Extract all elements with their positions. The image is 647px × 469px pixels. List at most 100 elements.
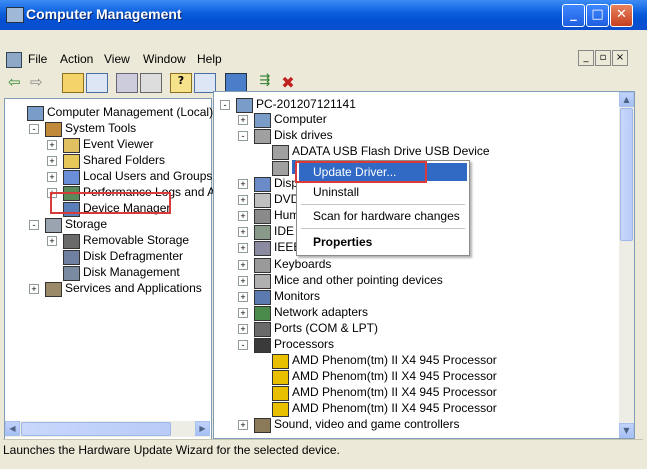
mouse-icon [254, 274, 271, 289]
title-bar[interactable]: Computer Management _ □ ✕ [0, 0, 647, 30]
expand-icon[interactable]: + [238, 324, 248, 334]
processor-warning-icon [272, 370, 289, 385]
menu-view[interactable]: View [104, 52, 130, 66]
minimize-button[interactable]: _ [562, 4, 585, 27]
mdi-close-button[interactable]: × [612, 50, 628, 66]
display-icon [254, 177, 271, 192]
h-scroll-thumb[interactable] [21, 422, 171, 436]
tree-item-label: Disk Defragmenter [83, 249, 184, 263]
help-icon[interactable]: ? [170, 73, 192, 93]
expand-icon[interactable]: + [47, 156, 57, 166]
expand-icon[interactable]: + [238, 179, 248, 189]
device-tree-item-label: Monitors [274, 289, 321, 303]
collapse-icon[interactable]: - [29, 220, 39, 230]
shared-folders-icon [63, 154, 80, 169]
mdi-controls: _ ▫ × [578, 50, 628, 66]
menu-bar: File Action View Window Help _ ▫ × [0, 30, 647, 70]
status-text: Launches the Hardware Update Wizard for … [3, 443, 340, 457]
expand-icon[interactable]: + [238, 260, 248, 270]
scroll-right-button[interactable]: ▶ [195, 421, 210, 436]
computer-management-window: Computer Management _ □ ✕ File Action Vi… [0, 0, 647, 469]
close-button[interactable]: ✕ [610, 4, 633, 27]
expand-icon[interactable]: + [238, 308, 248, 318]
mdi-restore-button[interactable]: ▫ [595, 50, 611, 66]
print-icon[interactable] [140, 73, 162, 93]
ieee-icon [254, 241, 271, 256]
horizontal-scrollbar[interactable]: ◀ ▶ [5, 421, 210, 437]
device-tree-item-label: AMD Phenom(tm) II X4 945 Processor [292, 353, 497, 367]
device-tree-item-label: AMD Phenom(tm) II X4 945 Processor [292, 401, 497, 415]
expand-icon[interactable]: + [238, 276, 248, 286]
collapse-icon[interactable]: - [29, 124, 39, 134]
ide-icon [254, 225, 271, 240]
show-hide-tree-icon[interactable] [86, 73, 108, 93]
expand-icon[interactable]: + [29, 284, 39, 294]
expand-icon[interactable]: + [238, 243, 248, 253]
update-driver-callout [295, 161, 427, 183]
menu-file[interactable]: File [28, 52, 47, 66]
up-folder-icon[interactable] [62, 73, 84, 93]
highlight-box [50, 192, 171, 214]
device-tree: - PC-201207121141 + Computer - Disk drives ADA… [213, 91, 635, 439]
processor-warning-icon [272, 402, 289, 417]
menu-separator [301, 228, 465, 229]
sound-icon [254, 418, 271, 433]
uninstall-icon[interactable]: ✖ [278, 73, 298, 92]
menu-window[interactable]: Window [143, 52, 186, 66]
scroll-thumb[interactable] [620, 108, 633, 241]
properties-menu-item[interactable]: Properties [313, 235, 372, 249]
uninstall-menu-item[interactable]: Uninstall [313, 185, 359, 199]
expand-icon[interactable]: + [47, 140, 57, 150]
expand-icon[interactable]: + [238, 195, 248, 205]
scan-hardware-menu-item[interactable]: Scan for hardware changes [313, 209, 460, 223]
keyboard-icon [254, 258, 271, 273]
scroll-left-button[interactable]: ◀ [5, 421, 20, 436]
disk-icon [272, 145, 289, 160]
menu-help[interactable]: Help [197, 52, 222, 66]
computer-icon [254, 113, 271, 128]
device-tree-item-label: Mice and other pointing devices [274, 273, 443, 287]
maximize-button[interactable]: □ [586, 4, 609, 27]
device-tree-item-label: Keyboards [274, 257, 332, 271]
collapse-icon[interactable]: - [238, 131, 248, 141]
forward-icon[interactable]: ⇨ [30, 73, 50, 91]
dvd-icon [254, 193, 271, 208]
scroll-up-button[interactable]: ▲ [619, 92, 634, 107]
system-tools-icon [45, 122, 62, 137]
disk-icon [254, 129, 271, 144]
app-icon [6, 7, 24, 23]
mmc-icon [6, 52, 22, 68]
scan-hardware-icon[interactable] [225, 73, 247, 93]
expand-icon[interactable]: + [47, 172, 57, 182]
port-icon [254, 322, 271, 337]
expand-icon[interactable]: + [238, 420, 248, 430]
expand-icon[interactable]: + [47, 236, 57, 246]
tree-item-label: Disk Management [83, 265, 180, 279]
computer-icon [236, 98, 253, 113]
scroll-down-button[interactable]: ▼ [619, 423, 634, 438]
device-tree-item-label: ADATA USB Flash Drive USB Device [292, 144, 490, 158]
console-tree: Computer Management (Local) - System Tools… [4, 98, 238, 440]
mdi-minimize-button[interactable]: _ [578, 50, 594, 66]
help-topics-icon[interactable] [194, 73, 216, 93]
tree-item-label: Event Viewer [83, 137, 154, 151]
vertical-scrollbar[interactable]: ▲ ▼ [619, 92, 634, 438]
collapse-icon[interactable]: - [238, 340, 248, 350]
device-tree-item-label: Disk drives [274, 128, 333, 142]
hid-icon [254, 209, 271, 224]
collapse-icon[interactable]: - [220, 100, 230, 110]
update-driver-icon[interactable]: ⇶ [255, 73, 275, 91]
device-tree-item-label: Computer [274, 112, 327, 126]
tree-item-label: Removable Storage [83, 233, 190, 247]
menu-separator [301, 204, 465, 205]
expand-icon[interactable]: + [238, 211, 248, 221]
back-icon[interactable]: ⇦ [8, 73, 28, 91]
expand-icon[interactable]: + [238, 292, 248, 302]
users-icon [63, 170, 80, 185]
menu-action[interactable]: Action [60, 52, 93, 66]
properties-icon[interactable] [116, 73, 138, 93]
storage-icon [45, 218, 62, 233]
expand-icon[interactable]: + [238, 115, 248, 125]
expand-icon[interactable]: + [238, 227, 248, 237]
tree-item-label: Services and Applications [65, 281, 202, 295]
